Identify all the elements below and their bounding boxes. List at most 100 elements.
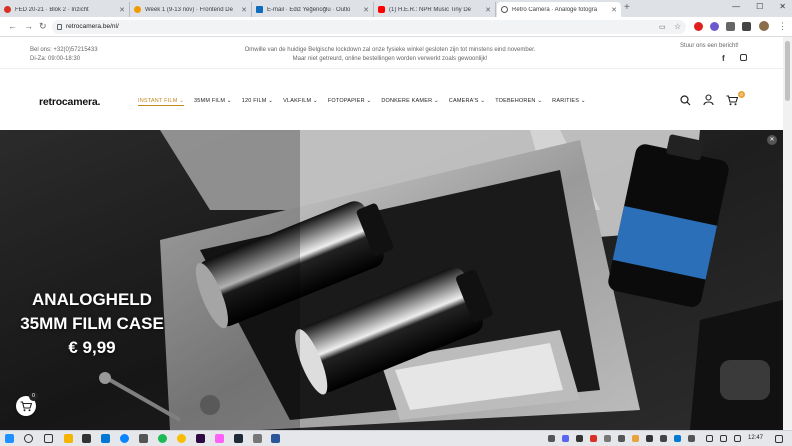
taskbar-app-icon[interactable]	[253, 434, 262, 443]
close-icon[interactable]: ✕	[485, 6, 491, 14]
notification-icon[interactable]	[775, 435, 783, 443]
reload-icon[interactable]: ↻	[39, 21, 47, 32]
close-icon[interactable]: ✕	[611, 6, 617, 14]
menu-item-instant-film[interactable]: INSTANT FILM ⌄	[138, 98, 185, 106]
taskbar-app-icon[interactable]	[234, 434, 243, 443]
network-icon[interactable]	[706, 435, 713, 442]
extension-list-icon[interactable]	[742, 22, 751, 31]
account-icon[interactable]	[703, 94, 714, 106]
url-input[interactable]: retrocamera.be/nl/	[52, 20, 686, 34]
tray-icon[interactable]	[576, 435, 583, 442]
site-header: retrocamera. INSTANT FILM ⌄ 35MM FILM ⌄ …	[0, 70, 783, 130]
close-icon[interactable]: ✕	[241, 6, 247, 14]
tray-icon[interactable]	[548, 435, 555, 442]
minimize-icon[interactable]: —	[732, 2, 740, 11]
menu-item-vlakfilm[interactable]: VLAKFILM ⌄	[283, 98, 318, 106]
hero-banner[interactable]: ANALOGHELD 35MM FILM CASE € 9,99 ✕ 0	[0, 130, 783, 430]
avatar[interactable]	[759, 21, 769, 31]
volume-icon[interactable]	[734, 435, 741, 442]
new-tab-icon[interactable]: +	[624, 2, 630, 13]
floating-cart-button[interactable]: 0	[16, 392, 38, 416]
search-icon[interactable]	[680, 95, 691, 106]
extension-gear-icon[interactable]	[710, 22, 719, 31]
menu-label: 120 FILM	[241, 98, 267, 104]
hero-subtitle: 35MM FILM CASE	[20, 314, 164, 333]
menu-label: 35MM FILM	[194, 98, 226, 104]
taskbar-app-icon[interactable]	[139, 434, 148, 443]
tray-icon[interactable]	[674, 435, 681, 442]
tab-title: Week 1 (9-13 nov) · Frontend De	[145, 6, 233, 13]
menu-item-fotopapier[interactable]: FOTOPAPIER ⌄	[328, 98, 372, 106]
address-bar-row: ← → ↻ retrocamera.be/nl/ ▭ ☆ ⋮	[0, 17, 792, 37]
tray-icon[interactable]	[660, 435, 667, 442]
menu-item-35mm-film[interactable]: 35MM FILM ⌄	[194, 98, 232, 106]
menu-item-donkere-kamer[interactable]: DONKERE KAMER ⌄	[381, 98, 438, 106]
page-scrollbar[interactable]	[783, 37, 792, 430]
browser-tab[interactable]: E-mail · Ediz Yeğenoğlu · Outlo ✕	[252, 2, 374, 17]
cast-icon[interactable]: ▭	[659, 23, 666, 31]
facebook-icon[interactable]: f	[722, 54, 725, 63]
menu-icon[interactable]: ⋮	[778, 21, 787, 32]
close-icon[interactable]: ✕	[363, 6, 369, 14]
tray-icon[interactable]	[646, 435, 653, 442]
tray-icon[interactable]	[618, 435, 625, 442]
tab-title: (1) H.E.R.: NPR Music Tiny De	[389, 6, 472, 13]
close-window-icon[interactable]: ✕	[779, 2, 786, 11]
store-icon[interactable]	[82, 434, 91, 443]
tab-favicon-icon	[501, 6, 508, 13]
menu-label: TOEBEHOREN	[495, 98, 536, 104]
lock-icon	[57, 24, 62, 30]
mail-icon[interactable]	[101, 434, 110, 443]
xd-icon[interactable]	[215, 434, 224, 443]
task-view-icon[interactable]	[44, 434, 53, 443]
menu-item-120-film[interactable]: 120 FILM ⌄	[242, 98, 273, 106]
tab-favicon-icon	[4, 6, 11, 13]
message-us-link[interactable]: Stuur ons een bericht!	[680, 43, 739, 49]
tray-icon[interactable]	[604, 435, 611, 442]
close-banner-icon[interactable]: ✕	[767, 135, 777, 145]
browser-tab-active[interactable]: Retro Camera · Analoge fotogra ✕	[497, 2, 621, 17]
main-menu: INSTANT FILM ⌄ 35MM FILM ⌄ 120 FILM ⌄ VL…	[138, 98, 586, 106]
lockdown-notice: Omwille van de huidige Belgische lockdow…	[244, 47, 536, 53]
start-icon[interactable]	[5, 434, 14, 443]
back-icon[interactable]: ←	[8, 21, 17, 31]
close-icon[interactable]: ✕	[119, 6, 125, 14]
word-icon[interactable]	[271, 434, 280, 443]
clock[interactable]: 12:47	[748, 435, 763, 441]
menu-item-rarities[interactable]: RARITIES ⌄	[552, 98, 586, 106]
scrollbar-thumb[interactable]	[785, 41, 790, 101]
star-icon[interactable]: ☆	[674, 22, 681, 31]
browser-tab[interactable]: (1) H.E.R.: NPR Music Tiny De ✕	[374, 2, 496, 17]
browser-tab[interactable]: Week 1 (9-13 nov) · Frontend De ✕	[130, 2, 252, 17]
file-explorer-icon[interactable]	[64, 434, 73, 443]
extension-puzzle-icon[interactable]	[726, 22, 735, 31]
info-bar: Bel ons: +32(0)57215433 Di-Za: 09:00-18:…	[0, 37, 783, 69]
edge-icon[interactable]	[120, 434, 129, 443]
tray-icon[interactable]	[688, 435, 695, 442]
after-effects-icon[interactable]	[196, 434, 205, 443]
menu-label: VLAKFILM	[283, 98, 312, 104]
instagram-icon[interactable]	[740, 54, 747, 61]
chrome-icon[interactable]	[177, 434, 186, 443]
battery-icon[interactable]	[720, 435, 727, 442]
browser-tab-bar: FED 20-21 · Blok 2 · Inzicht ✕ Week 1 (9…	[0, 0, 792, 17]
search-icon[interactable]	[24, 434, 33, 443]
menu-item-cameras[interactable]: CAMERA'S ⌄	[449, 98, 485, 106]
spotify-icon[interactable]	[158, 434, 167, 443]
logo[interactable]: retrocamera.	[39, 96, 100, 108]
menu-label: CAMERA'S	[448, 98, 479, 104]
extension-opera-icon[interactable]	[694, 22, 703, 31]
maximize-icon[interactable]: ☐	[756, 2, 763, 11]
browser-tab[interactable]: FED 20-21 · Blok 2 · Inzicht ✕	[0, 2, 130, 17]
opening-hours: Di-Za: 09:00-18:30	[30, 56, 81, 62]
tab-title: E-mail · Ediz Yeğenoğlu · Outlo	[267, 6, 351, 13]
tray-icon[interactable]	[632, 435, 639, 442]
menu-item-toebehoren[interactable]: TOEBEHOREN ⌄	[495, 98, 542, 106]
floating-cart-badge: 0	[29, 392, 38, 401]
phone-text: Bel ons: +32(0)57215433	[30, 47, 98, 53]
hero-image	[0, 130, 783, 430]
forward-icon[interactable]: →	[24, 21, 33, 31]
cart-icon[interactable]	[726, 95, 738, 106]
tray-icon[interactable]	[562, 435, 569, 442]
tray-icon[interactable]	[590, 435, 597, 442]
